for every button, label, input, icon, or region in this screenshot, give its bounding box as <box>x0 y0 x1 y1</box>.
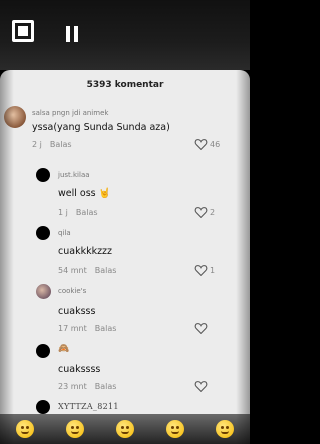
heart-icon <box>194 139 208 150</box>
reply-button[interactable]: Balas <box>76 208 98 217</box>
emoji-laugh-icon[interactable] <box>116 420 134 438</box>
comment-username[interactable]: just.kilaa <box>58 171 90 179</box>
avatar[interactable] <box>4 106 26 128</box>
comment-meta: 23 mnt Balas <box>58 382 116 391</box>
like-count: 2 <box>210 207 216 217</box>
comment-text: cuaksss <box>58 306 96 317</box>
comment-time: 23 mnt <box>58 382 87 391</box>
reply-button[interactable]: Balas <box>95 266 117 275</box>
avatar[interactable] <box>36 226 50 240</box>
like-button[interactable] <box>194 380 208 392</box>
heart-icon <box>194 323 208 334</box>
comment-meta: 2 j Balas <box>32 140 72 149</box>
heart-icon <box>194 265 208 276</box>
emoji-smile-icon[interactable] <box>16 420 34 438</box>
reply-button[interactable]: Balas <box>95 324 117 333</box>
avatar[interactable] <box>36 168 50 182</box>
emoji-love-icon[interactable] <box>66 420 84 438</box>
comment-username[interactable]: XYTTZA_8211 <box>58 402 119 411</box>
emoji-grin-icon[interactable] <box>216 420 234 438</box>
heart-icon <box>194 207 208 218</box>
like-count: 1 <box>210 265 216 275</box>
reply-button[interactable]: Balas <box>50 140 72 149</box>
avatar[interactable] <box>36 400 50 414</box>
comment-text: well oss 🤘 <box>58 188 111 199</box>
comment-sheet: 5393 komentar salsa pngn jdi animek yssa… <box>0 70 250 444</box>
like-button[interactable] <box>194 322 208 334</box>
comment-username[interactable]: qila <box>58 229 71 237</box>
like-count: 46 <box>210 139 221 149</box>
avatar[interactable] <box>36 284 51 299</box>
comment-username[interactable]: salsa pngn jdi animek <box>32 109 108 117</box>
like-button[interactable]: 2 <box>194 206 215 218</box>
comment-time: 1 j <box>58 208 68 217</box>
emoji-reaction-bar <box>0 414 250 444</box>
comment-username[interactable]: 🙈 <box>58 344 69 354</box>
pause-icon[interactable] <box>66 26 78 42</box>
emoji-wow-icon[interactable] <box>166 420 184 438</box>
heart-icon <box>194 381 208 392</box>
comment-meta: 17 mnt Balas <box>58 324 116 333</box>
video-background <box>0 0 250 70</box>
comment-time: 17 mnt <box>58 324 87 333</box>
comment-text: cuakssss <box>58 364 101 375</box>
comment-time: 2 j <box>32 140 42 149</box>
comment-meta: 1 j Balas <box>58 208 98 217</box>
like-button[interactable]: 1 <box>194 264 215 276</box>
reply-button[interactable]: Balas <box>95 382 117 391</box>
stop-icon[interactable] <box>12 20 34 42</box>
avatar[interactable] <box>36 344 50 358</box>
comment-text: cuakkkkzzz <box>58 246 113 257</box>
comment-text: yssa(yang Sunda Sunda aza) <box>32 122 170 133</box>
comment-count-title: 5393 komentar <box>86 80 164 90</box>
comment-username[interactable]: cookie's <box>58 287 86 295</box>
comment-meta: 54 mnt Balas <box>58 266 116 275</box>
like-button[interactable]: 46 <box>194 138 220 150</box>
comment-time: 54 mnt <box>58 266 87 275</box>
